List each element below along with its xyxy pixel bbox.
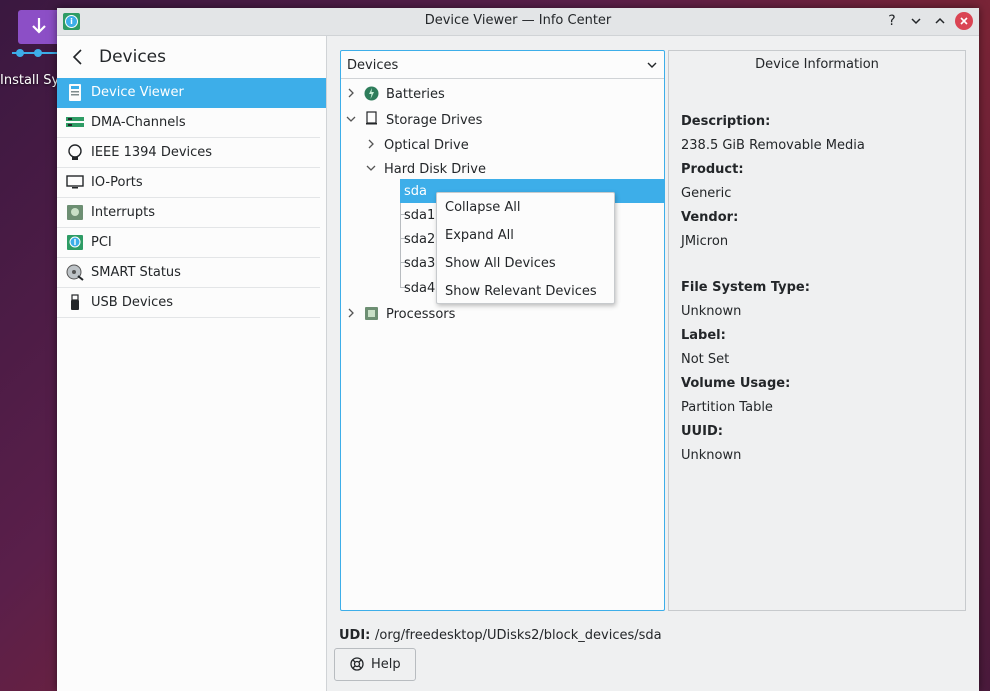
- sidebar-item-pci[interactable]: PCI: [57, 228, 320, 258]
- chevron-down-icon[interactable]: [646, 59, 658, 71]
- desktop-decoration-icon: [12, 49, 58, 57]
- sidebar-list: Device Viewer DMA-Channels IEEE 1394 Dev…: [57, 78, 326, 318]
- udi-value: /org/freedesktop/UDisks2/block_devices/s…: [375, 628, 662, 643]
- vendor-value: JMicron: [681, 234, 729, 249]
- maximize-button[interactable]: [931, 12, 949, 30]
- device-information-panel: Device Information Description: 238.5 Gi…: [668, 50, 966, 611]
- dma-card-icon: [66, 117, 84, 127]
- info-title: Device Information: [755, 57, 879, 72]
- lifebuoy-icon: [350, 657, 364, 671]
- menu-item-collapse-all[interactable]: Collapse All: [445, 200, 521, 215]
- interrupt-icon: [67, 205, 83, 220]
- uuid-value: Unknown: [681, 448, 742, 463]
- sidebar-item-label: Device Viewer: [91, 85, 184, 100]
- tree-item-optical-drive[interactable]: Optical Drive: [384, 133, 469, 157]
- sidebar: Devices Device Viewer DMA-Channels IEEE …: [57, 36, 327, 691]
- tree-item-sda4[interactable]: sda4: [404, 276, 435, 300]
- close-button[interactable]: [955, 12, 973, 30]
- smart-disk-icon: [66, 264, 84, 281]
- sidebar-item-label: SMART Status: [91, 265, 181, 280]
- sidebar-title: Devices: [99, 47, 166, 67]
- menu-item-show-relevant-devices[interactable]: Show Relevant Devices: [445, 284, 597, 299]
- processor-icon: [365, 307, 378, 320]
- chevron-up-icon: [935, 17, 945, 24]
- product-label: Product:: [681, 162, 744, 177]
- vendor-label: Vendor:: [681, 210, 739, 225]
- info-center-window: i Device Viewer — Info Center ? Devices: [57, 8, 979, 691]
- info-device-icon: [69, 84, 81, 101]
- udi-label: UDI:: [339, 628, 371, 643]
- product-value: Generic: [681, 186, 732, 201]
- tree-header-label: Devices: [347, 58, 399, 73]
- firewire-icon: [68, 144, 82, 160]
- expand-arrow-icon[interactable]: [366, 139, 376, 149]
- sidebar-item-device-viewer[interactable]: Device Viewer: [57, 78, 326, 108]
- sidebar-item-label: IEEE 1394 Devices: [91, 145, 213, 160]
- tree-item-hard-disk-drive[interactable]: Hard Disk Drive: [384, 157, 486, 181]
- sidebar-item-label: IO-Ports: [91, 175, 143, 190]
- help-button-label: Help: [371, 657, 401, 672]
- sidebar-item-interrupts[interactable]: Interrupts: [57, 198, 320, 228]
- sidebar-header: Devices: [57, 36, 326, 78]
- expand-arrow-icon[interactable]: [346, 88, 356, 98]
- expand-arrow-icon[interactable]: [346, 308, 356, 318]
- title-bar[interactable]: i Device Viewer — Info Center ?: [57, 8, 979, 36]
- battery-icon: [364, 86, 379, 101]
- label-value: Not Set: [681, 352, 730, 367]
- back-arrow-icon[interactable]: [71, 48, 85, 66]
- fs-type-label: File System Type:: [681, 280, 810, 295]
- tree-item-sda-label: sda: [404, 184, 427, 199]
- context-menu: Collapse All Expand All Show All Devices…: [436, 192, 615, 304]
- description-label: Description:: [681, 114, 771, 129]
- download-arrow-icon: [32, 18, 46, 34]
- storage-drive-icon: [366, 111, 377, 125]
- tree-item-sda1[interactable]: sda1: [404, 203, 435, 227]
- help-button[interactable]: Help: [334, 648, 416, 681]
- collapse-arrow-icon[interactable]: [346, 114, 356, 124]
- sidebar-item-ieee1394[interactable]: IEEE 1394 Devices: [57, 138, 320, 168]
- sidebar-item-label: DMA-Channels: [91, 115, 186, 130]
- monitor-icon: [66, 175, 84, 189]
- sidebar-item-usb-devices[interactable]: USB Devices: [57, 288, 320, 318]
- volume-usage-value: Partition Table: [681, 400, 773, 415]
- tree-header[interactable]: Devices: [341, 51, 664, 79]
- chevron-down-icon: [911, 18, 921, 25]
- description-value: 238.5 GiB Removable Media: [681, 138, 865, 153]
- sidebar-item-io-ports[interactable]: IO-Ports: [57, 168, 320, 198]
- uuid-label: UUID:: [681, 424, 723, 439]
- tree-item-processors[interactable]: Processors: [386, 302, 455, 326]
- sidebar-item-label: PCI: [91, 235, 112, 250]
- window-title: Device Viewer — Info Center: [424, 13, 612, 28]
- sidebar-item-dma-channels[interactable]: DMA-Channels: [57, 108, 320, 138]
- install-system-icon[interactable]: [18, 10, 60, 44]
- volume-usage-label: Volume Usage:: [681, 376, 791, 391]
- pci-icon: [67, 235, 83, 250]
- minimize-button[interactable]: [907, 12, 925, 30]
- main-content: Devices Batteries Storage Drives Optical…: [327, 36, 979, 691]
- tree-item-batteries[interactable]: Batteries: [386, 82, 445, 106]
- fs-type-value: Unknown: [681, 304, 742, 319]
- sidebar-item-smart-status[interactable]: SMART Status: [57, 258, 320, 288]
- close-icon: [960, 17, 968, 25]
- sidebar-item-label: Interrupts: [91, 205, 155, 220]
- tree-item-sda2[interactable]: sda2: [404, 227, 435, 251]
- tree-guide-line: [400, 191, 401, 287]
- device-tree[interactable]: Devices Batteries Storage Drives Optical…: [340, 50, 665, 611]
- label-label: Label:: [681, 328, 726, 343]
- menu-item-show-all-devices[interactable]: Show All Devices: [445, 256, 556, 271]
- help-context-button[interactable]: ?: [883, 12, 901, 30]
- tree-item-sda3[interactable]: sda3: [404, 251, 435, 275]
- sidebar-item-label: USB Devices: [91, 295, 174, 310]
- usb-icon: [71, 294, 79, 310]
- tree-item-storage-drives[interactable]: Storage Drives: [386, 108, 482, 132]
- menu-item-expand-all[interactable]: Expand All: [445, 228, 514, 243]
- collapse-arrow-icon[interactable]: [366, 163, 376, 173]
